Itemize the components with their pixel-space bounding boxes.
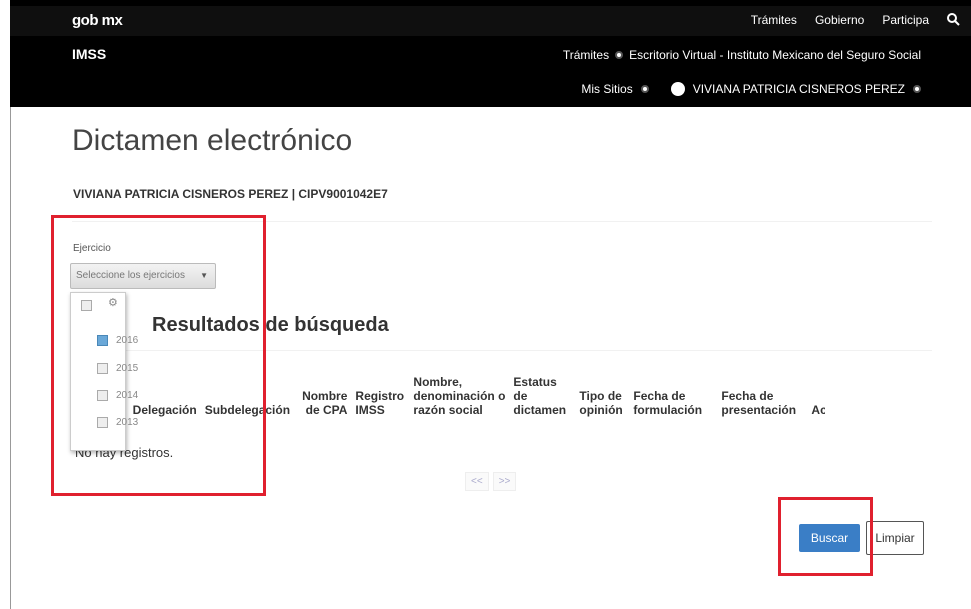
col-registro-imss[interactable]: Registro IMSS xyxy=(355,375,413,417)
gob-nav: Trámites Gobierno Participa xyxy=(751,13,961,29)
checkbox-2013[interactable] xyxy=(97,417,108,428)
ejercicio-select[interactable]: Seleccione los ejercicios ▼ xyxy=(70,263,216,289)
page-title: Dictamen electrónico xyxy=(72,124,353,157)
my-sites-link[interactable]: Mis Sitios xyxy=(581,82,632,96)
col-nombre-cpa[interactable]: Nombre de CPA xyxy=(302,375,355,417)
col-estatus[interactable]: Estatus de dictamen xyxy=(513,375,579,417)
results-section-title: Resultados de búsqueda xyxy=(152,314,389,336)
nav-participa[interactable]: Participa xyxy=(882,13,929,29)
avatar xyxy=(670,82,685,96)
option-label: 2013 xyxy=(116,417,139,428)
imss-bar: IMSS Trámites Escritorio Virtual - Insti… xyxy=(10,38,971,107)
option-2015[interactable]: 2015 xyxy=(97,363,138,374)
results-table: RFC Delegación Subdelegación Nombre de C… xyxy=(100,375,825,417)
nav-gobierno[interactable]: Gobierno xyxy=(815,13,864,29)
checkbox-2016[interactable] xyxy=(97,335,108,346)
pagination: << >> xyxy=(465,472,517,491)
select-placeholder: Seleccione los ejercicios xyxy=(76,270,185,281)
checkbox-2014[interactable] xyxy=(97,390,108,401)
top-header: gob mx Trámites Gobierno Participa IMSS … xyxy=(10,0,971,107)
select-all-checkbox[interactable] xyxy=(81,300,92,311)
option-label: 2014 xyxy=(116,390,139,401)
prev-page-button[interactable]: << xyxy=(465,472,489,491)
breadcrumb-tramites[interactable]: Trámites xyxy=(563,48,609,62)
select-all-row[interactable] xyxy=(81,300,92,311)
chevron-down-icon[interactable] xyxy=(640,85,649,93)
col-subdelegacion[interactable]: Subdelegación xyxy=(205,375,302,417)
table-header-row: RFC Delegación Subdelegación Nombre de C… xyxy=(100,375,825,417)
user-name[interactable]: VIVIANA PATRICIA CISNEROS PEREZ xyxy=(693,82,905,96)
option-label: 2016 xyxy=(116,335,139,346)
imss-title[interactable]: IMSS xyxy=(72,46,106,62)
col-tipo-opinion[interactable]: Tipo de opinión xyxy=(579,375,633,417)
option-2014[interactable]: 2014 xyxy=(97,390,138,401)
ejercicio-label: Ejercicio xyxy=(73,243,111,254)
search-button[interactable]: Buscar xyxy=(799,524,860,552)
nav-tramites[interactable]: Trámites xyxy=(751,13,797,29)
breadcrumb: Trámites Escritorio Virtual - Instituto … xyxy=(563,48,921,62)
taxpayer-identity: VIVIANA PATRICIA CISNEROS PEREZ | CIPV90… xyxy=(73,187,388,201)
col-fecha-formulacion[interactable]: Fecha de formulación xyxy=(633,375,721,417)
col-delegacion[interactable]: Delegación xyxy=(133,375,205,417)
col-razon-social[interactable]: Nombre, denominación o razón social xyxy=(413,375,513,417)
bullet-icon xyxy=(615,51,624,59)
next-page-button[interactable]: >> xyxy=(492,472,517,491)
option-2013[interactable]: 2013 xyxy=(97,417,138,428)
clear-button[interactable]: Limpiar xyxy=(866,521,924,555)
option-label: 2015 xyxy=(116,363,139,374)
gob-logo[interactable]: gob mx xyxy=(72,12,123,29)
col-fecha-presentacion[interactable]: Fecha de presentación xyxy=(721,375,811,417)
col-acciones-label: Acciones xyxy=(811,403,826,417)
gob-bar: gob mx Trámites Gobierno Participa xyxy=(10,6,971,36)
gear-icon[interactable]: ⚙ xyxy=(108,296,118,309)
divider xyxy=(72,350,932,351)
breadcrumb-escritorio[interactable]: Escritorio Virtual - Instituto Mexicano … xyxy=(629,48,921,62)
user-menu: Mis Sitios VIVIANA PATRICIA CISNEROS PER… xyxy=(581,82,921,96)
caret-down-icon: ▼ xyxy=(200,271,208,280)
page-border xyxy=(10,107,11,609)
checkbox-2015[interactable] xyxy=(97,363,108,374)
chevron-down-icon[interactable] xyxy=(913,85,921,93)
divider xyxy=(72,221,932,222)
col-acciones[interactable]: Acciones xyxy=(811,375,825,417)
search-icon[interactable] xyxy=(947,13,961,29)
option-2016[interactable]: 2016 xyxy=(97,335,138,346)
ejercicio-dropdown: ⚙ 2016 2015 2014 2013 xyxy=(70,292,138,451)
